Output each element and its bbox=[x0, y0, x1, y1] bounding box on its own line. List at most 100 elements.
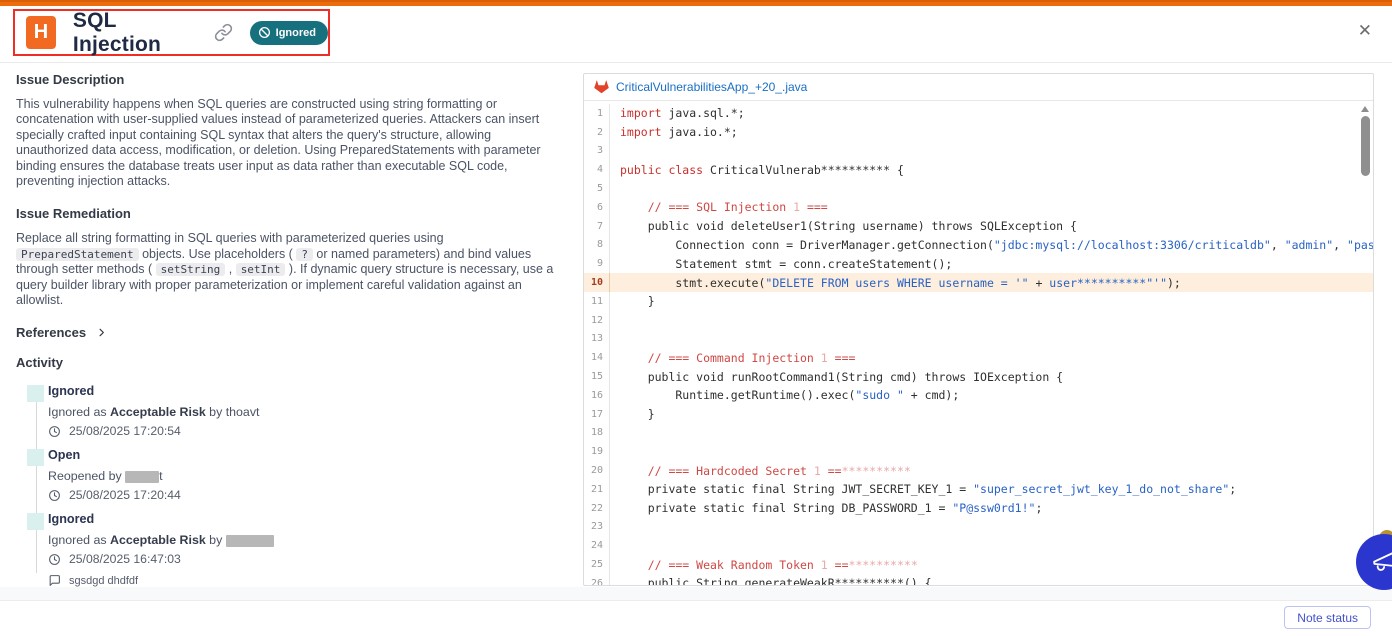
redacted-username bbox=[226, 535, 274, 547]
line-number: 15 bbox=[584, 367, 610, 386]
code-text: } bbox=[610, 294, 655, 308]
code-filename-link[interactable]: CriticalVulnerabilitiesApp_+20_.java bbox=[616, 80, 807, 94]
line-number: 7 bbox=[584, 217, 610, 236]
code-text: public void runRootCommand1(String cmd) … bbox=[610, 370, 1063, 384]
permalink-icon[interactable] bbox=[214, 23, 233, 42]
timeline-dot bbox=[31, 388, 42, 399]
comment-icon bbox=[48, 574, 61, 587]
code-text: stmt.execute("DELETE FROM users WHERE us… bbox=[610, 276, 1181, 290]
code-line: 20 // === Hardcoded Secret 1 ==*********… bbox=[584, 461, 1373, 480]
close-icon[interactable]: ✕ bbox=[1358, 22, 1372, 39]
gitlab-icon bbox=[594, 80, 609, 94]
chevron-right-icon bbox=[96, 327, 107, 338]
code-line: 15 public void runRootCommand1(String cm… bbox=[584, 367, 1373, 386]
activity-item: Open Reopened by t 25/08/2025 17:20:44 bbox=[16, 448, 564, 502]
activity-heading: Activity bbox=[16, 355, 564, 370]
activity-timestamp: 25/08/2025 17:20:44 bbox=[48, 488, 564, 502]
activity-item: Ignored Ignored as Acceptable Risk by tho… bbox=[16, 384, 564, 438]
code-scrollbar[interactable] bbox=[1359, 104, 1371, 582]
severity-logo: H bbox=[26, 16, 56, 49]
timeline-dot bbox=[31, 516, 42, 527]
activity-detail: Ignored as Acceptable Risk by thoavt bbox=[48, 405, 564, 419]
line-number: 1 bbox=[584, 104, 610, 123]
line-number: 21 bbox=[584, 480, 610, 499]
code-line: 22 private static final String DB_PASSWO… bbox=[584, 499, 1373, 518]
code-text: public String generateWeakR**********() … bbox=[610, 576, 932, 586]
scroll-up-arrow-icon[interactable] bbox=[1361, 106, 1369, 112]
inline-code: setString bbox=[156, 263, 226, 276]
timeline-dot bbox=[31, 452, 42, 463]
scrollbar-thumb[interactable] bbox=[1361, 116, 1370, 176]
activity-status: Ignored bbox=[48, 384, 564, 398]
panel-header: H SQL Injection Ignored ✕ bbox=[0, 6, 1392, 63]
line-number: 10 bbox=[584, 273, 610, 292]
code-line: 19 bbox=[584, 442, 1373, 461]
note-status-button[interactable]: Note status bbox=[1284, 606, 1371, 629]
issue-title: SQL Injection bbox=[73, 9, 198, 57]
highlighted-title-group: H SQL Injection Ignored bbox=[13, 9, 330, 56]
clock-icon bbox=[48, 553, 61, 566]
line-number: 13 bbox=[584, 330, 610, 349]
references-heading: References bbox=[16, 325, 86, 340]
line-number: 23 bbox=[584, 518, 610, 537]
remediation-heading: Issue Remediation bbox=[16, 206, 564, 221]
code-line: 8 Connection conn = DriverManager.getCon… bbox=[584, 236, 1373, 255]
line-number: 20 bbox=[584, 461, 610, 480]
code-line: 4public class CriticalVulnerab**********… bbox=[584, 160, 1373, 179]
description-text: This vulnerability happens when SQL quer… bbox=[16, 97, 564, 189]
activity-status: Ignored bbox=[48, 512, 564, 526]
code-text: // === Weak Random Token 1 ==********** bbox=[610, 558, 918, 572]
status-badge: Ignored bbox=[250, 21, 328, 45]
line-number: 3 bbox=[584, 142, 610, 161]
code-line: 10 stmt.execute("DELETE FROM users WHERE… bbox=[584, 273, 1373, 292]
activity-timestamp: 25/08/2025 17:20:54 bbox=[48, 424, 564, 438]
code-line: 2import java.io.*; bbox=[584, 123, 1373, 142]
line-number: 18 bbox=[584, 424, 610, 443]
code-text: import java.sql.*; bbox=[610, 106, 745, 120]
code-line: 18 bbox=[584, 424, 1373, 443]
code-line: 12 bbox=[584, 311, 1373, 330]
prefooter-strip bbox=[0, 587, 1392, 601]
clock-icon bbox=[48, 425, 61, 438]
line-number: 9 bbox=[584, 254, 610, 273]
code-line: 9 Statement stmt = conn.createStatement(… bbox=[584, 254, 1373, 273]
line-number: 26 bbox=[584, 574, 610, 586]
inline-code: PreparedStatement bbox=[16, 248, 139, 261]
activity-detail: Reopened by t bbox=[48, 469, 564, 483]
line-number: 12 bbox=[584, 311, 610, 330]
code-text: public void deleteUser1(String username)… bbox=[610, 219, 1077, 233]
activity-status: Open bbox=[48, 448, 564, 462]
line-number: 22 bbox=[584, 499, 610, 518]
code-text: Connection conn = DriverManager.getConne… bbox=[610, 238, 1374, 252]
activity-comment: sgsdgd dhdfdf bbox=[48, 574, 564, 587]
code-line: 6 // === SQL Injection 1 === bbox=[584, 198, 1373, 217]
status-badge-label: Ignored bbox=[276, 27, 316, 39]
megaphone-icon bbox=[1371, 549, 1392, 575]
remediation-text: Replace all string formatting in SQL que… bbox=[16, 231, 564, 308]
panel-footer: Note status bbox=[0, 601, 1392, 636]
code-text: private static final String JWT_SECRET_K… bbox=[610, 482, 1236, 496]
line-number: 11 bbox=[584, 292, 610, 311]
inline-code: setInt bbox=[236, 263, 286, 276]
line-number: 2 bbox=[584, 123, 610, 142]
code-text: private static final String DB_PASSWORD_… bbox=[610, 501, 1042, 515]
line-number: 24 bbox=[584, 536, 610, 555]
code-text: import java.io.*; bbox=[610, 125, 738, 139]
code-text: // === Command Injection 1 === bbox=[610, 351, 855, 365]
line-number: 19 bbox=[584, 442, 610, 461]
code-line: 25 // === Weak Random Token 1 ==********… bbox=[584, 555, 1373, 574]
line-number: 5 bbox=[584, 179, 610, 198]
line-number: 6 bbox=[584, 198, 610, 217]
code-line: 24 bbox=[584, 536, 1373, 555]
redacted-username bbox=[125, 471, 159, 483]
code-text: } bbox=[610, 407, 655, 421]
code-line: 21 private static final String JWT_SECRE… bbox=[584, 480, 1373, 499]
code-viewer-panel: CriticalVulnerabilitiesApp_+20_.java 1im… bbox=[583, 73, 1374, 586]
code-line: 7 public void deleteUser1(String usernam… bbox=[584, 217, 1373, 236]
code-text: // === SQL Injection 1 === bbox=[610, 200, 828, 214]
line-number: 17 bbox=[584, 405, 610, 424]
activity-item: IgnoredIgnored as Acceptable Risk by 25/… bbox=[16, 512, 564, 587]
code-line: 23 bbox=[584, 518, 1373, 537]
code-file-header: CriticalVulnerabilitiesApp_+20_.java bbox=[584, 74, 1373, 101]
references-toggle[interactable]: References bbox=[16, 325, 564, 340]
